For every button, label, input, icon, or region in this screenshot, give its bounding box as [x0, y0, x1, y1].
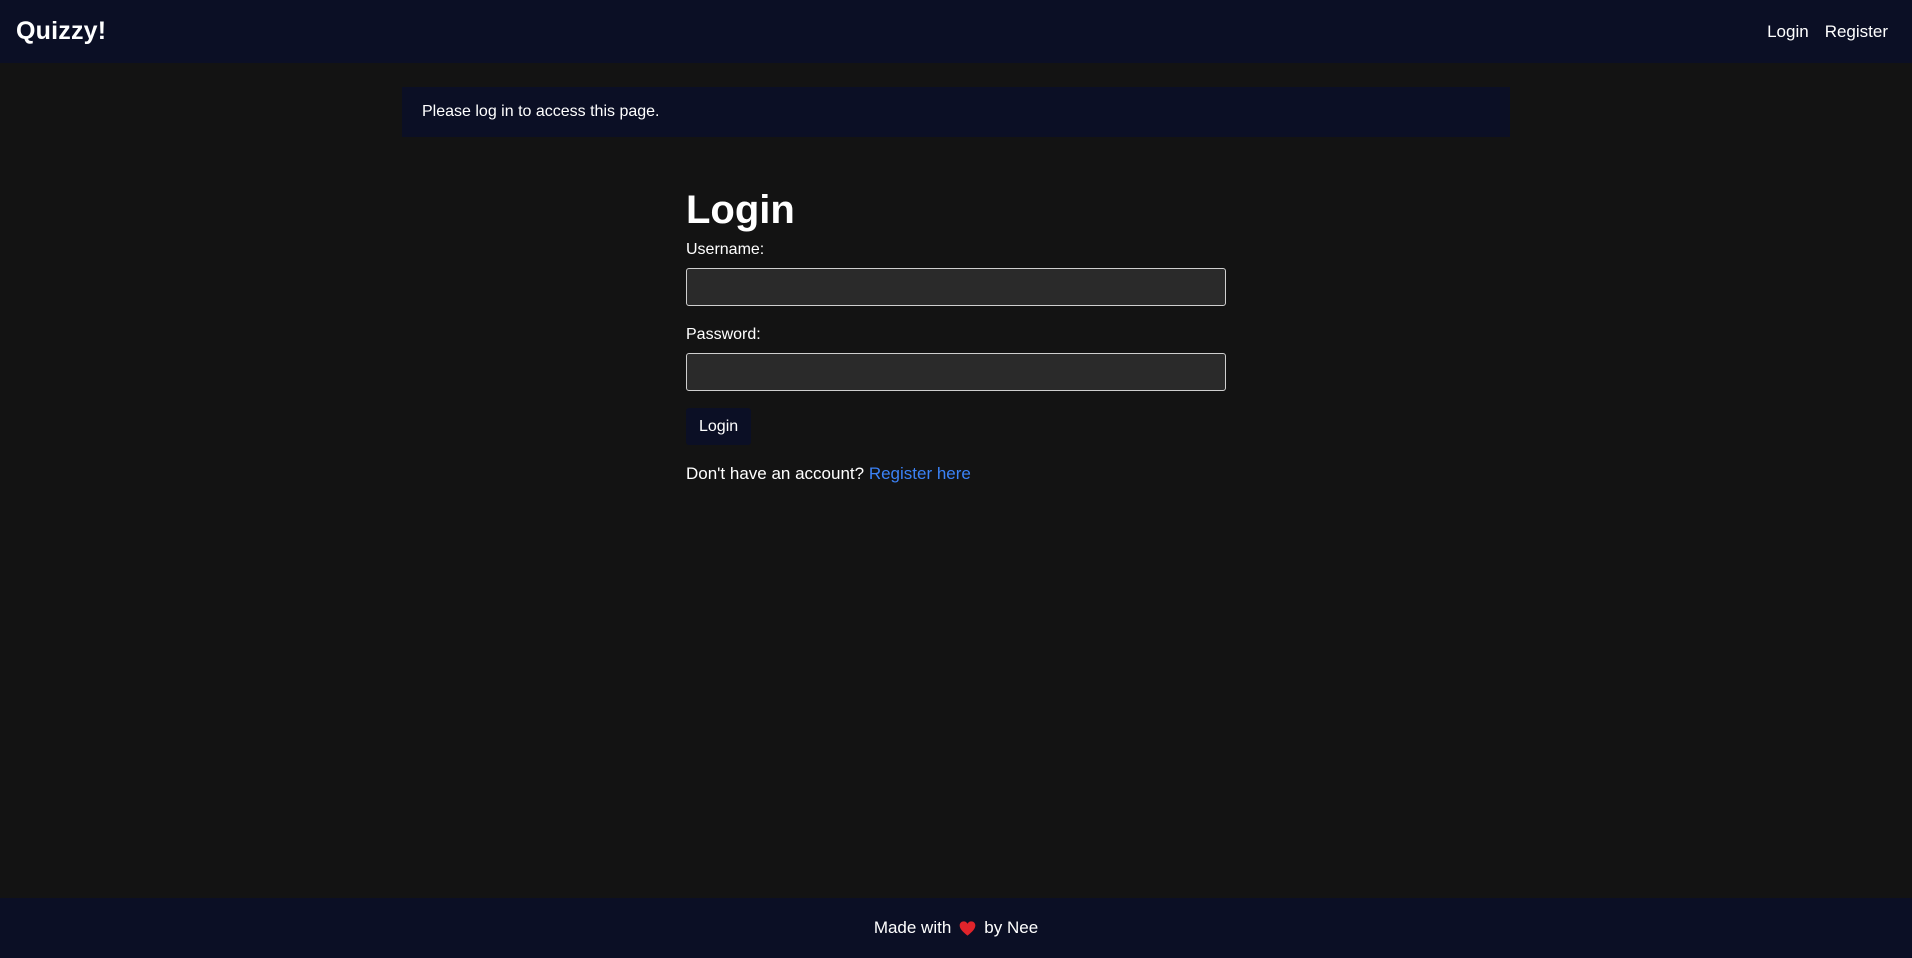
login-button[interactable]: Login: [686, 408, 752, 445]
register-prompt-text: Don't have an account?: [686, 464, 865, 483]
brand-logo[interactable]: Quizzy!: [16, 17, 106, 46]
nav-links: Login Register: [1767, 22, 1896, 42]
alert-message: Please log in to access this page.: [422, 103, 660, 120]
flash-alert: Please log in to access this page.: [402, 87, 1510, 137]
register-prompt: Don't have an account? Register here: [686, 464, 1226, 484]
login-form: Login Username: Password: Login Don't ha…: [686, 182, 1226, 484]
footer: Made with by Nee: [0, 898, 1912, 958]
password-input[interactable]: [686, 353, 1226, 391]
username-label: Username:: [686, 241, 765, 258]
register-here-link[interactable]: Register here: [869, 464, 971, 483]
username-input[interactable]: [686, 268, 1226, 306]
password-label: Password:: [686, 326, 761, 343]
navbar: Quizzy! Login Register: [0, 0, 1912, 63]
footer-suffix: by Nee: [984, 918, 1039, 937]
footer-prefix: Made with: [873, 918, 952, 937]
nav-login-link[interactable]: Login: [1767, 22, 1809, 42]
page-title: Login: [686, 188, 795, 232]
heart-icon: [959, 920, 976, 936]
field-spacer: [686, 306, 1226, 323]
nav-register-link[interactable]: Register: [1825, 22, 1888, 42]
